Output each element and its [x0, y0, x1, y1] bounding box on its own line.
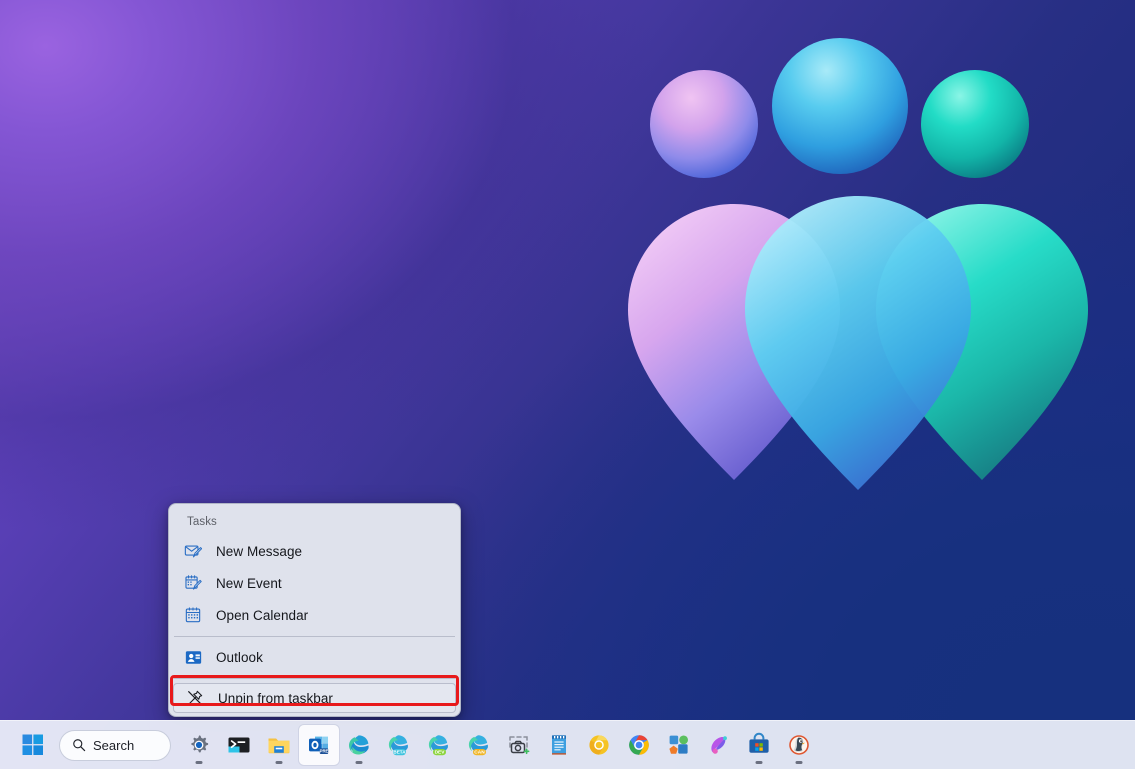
- taskbar-app-edge-beta[interactable]: BETA: [379, 725, 419, 765]
- menu-item-label: New Message: [216, 544, 302, 559]
- taskbar-app-settings[interactable]: [179, 725, 219, 765]
- search-box[interactable]: Search: [59, 730, 171, 761]
- running-indicator: [196, 761, 203, 764]
- taskbar-app-clipchamp[interactable]: [699, 725, 739, 765]
- menu-item-label: New Event: [216, 576, 282, 591]
- menu-divider: [174, 636, 455, 637]
- terminal-icon: [226, 732, 252, 758]
- bloom-petal-pink: [628, 204, 840, 480]
- bloom-circle-teal: [921, 70, 1029, 178]
- wallpaper-bloom-artwork: [600, 28, 1100, 508]
- edge-icon: [346, 732, 372, 758]
- taskbar-app-file-explorer[interactable]: [259, 725, 299, 765]
- running-indicator: [356, 761, 363, 764]
- chrome-icon: [626, 732, 652, 758]
- settings-gear-icon: [186, 732, 212, 758]
- menu-item-new-message[interactable]: New Message: [172, 535, 457, 567]
- taskbar-app-duckduckgo[interactable]: [779, 725, 819, 765]
- taskbar-app-edge[interactable]: [339, 725, 379, 765]
- running-indicator: [276, 761, 283, 764]
- new-message-icon: [183, 541, 203, 561]
- edge-canary-icon: CAN: [466, 732, 492, 758]
- svg-text:CAN: CAN: [474, 750, 485, 756]
- outlook-app-icon: [183, 647, 203, 667]
- bloom-petal-teal: [876, 204, 1088, 480]
- edge-dev-icon: DEV: [426, 732, 452, 758]
- snipping-tool-icon: [506, 732, 532, 758]
- start-button[interactable]: [13, 725, 53, 765]
- new-event-icon: [183, 573, 203, 593]
- search-label: Search: [93, 738, 134, 753]
- outlook-icon: PRE: [306, 732, 332, 758]
- duckduckgo-icon: [786, 732, 812, 758]
- unpin-icon: [185, 688, 205, 708]
- taskbar[interactable]: Search: [0, 720, 1135, 769]
- windows-logo-icon: [22, 734, 44, 756]
- clipchamp-icon: [706, 732, 732, 758]
- menu-item-label: Outlook: [216, 650, 263, 665]
- calendar-icon: [183, 605, 203, 625]
- taskbar-app-edge-dev[interactable]: DEV: [419, 725, 459, 765]
- taskbar-app-notepad[interactable]: [539, 725, 579, 765]
- svg-text:BETA: BETA: [393, 750, 406, 755]
- edge-beta-icon: BETA: [386, 732, 412, 758]
- taskbar-app-snipping-tool[interactable]: [499, 725, 539, 765]
- svg-text:DEV: DEV: [435, 750, 446, 756]
- notepad-icon: [546, 732, 572, 758]
- taskbar-app-terminal[interactable]: [219, 725, 259, 765]
- bloom-circle-cyan: [772, 38, 908, 174]
- taskbar-app-edge-canary[interactable]: CAN: [459, 725, 499, 765]
- svg-text:PRE: PRE: [320, 749, 329, 754]
- menu-item-label: Unpin from taskbar: [218, 691, 333, 706]
- taskbar-items: Search: [0, 725, 819, 765]
- taskbar-app-chrome-canary[interactable]: [579, 725, 619, 765]
- menu-item-label: Open Calendar: [216, 608, 308, 623]
- desktop[interactable]: Tasks New Message: [0, 0, 1135, 769]
- menu-item-unpin-from-taskbar[interactable]: Unpin from taskbar: [173, 683, 456, 713]
- running-indicator: [796, 761, 803, 764]
- menu-item-new-event[interactable]: New Event: [172, 567, 457, 599]
- menu-divider: [174, 678, 455, 679]
- powertoys-icon: [666, 732, 692, 758]
- running-indicator: [756, 761, 763, 764]
- menu-item-outlook[interactable]: Outlook: [172, 641, 457, 673]
- search-icon: [72, 738, 86, 752]
- chrome-canary-icon: [586, 732, 612, 758]
- bloom-petal-cyan: [745, 196, 971, 490]
- taskbar-app-chrome[interactable]: [619, 725, 659, 765]
- taskbar-app-outlook[interactable]: PRE: [299, 725, 339, 765]
- taskbar-context-menu[interactable]: Tasks New Message: [168, 503, 461, 717]
- bloom-circle-pink: [650, 70, 758, 178]
- menu-item-open-calendar[interactable]: Open Calendar: [172, 599, 457, 631]
- taskbar-app-powertoys[interactable]: [659, 725, 699, 765]
- folder-icon: [266, 732, 292, 758]
- taskbar-app-microsoft-store[interactable]: [739, 725, 779, 765]
- microsoft-store-icon: [746, 732, 772, 758]
- menu-section-label-tasks: Tasks: [172, 508, 457, 535]
